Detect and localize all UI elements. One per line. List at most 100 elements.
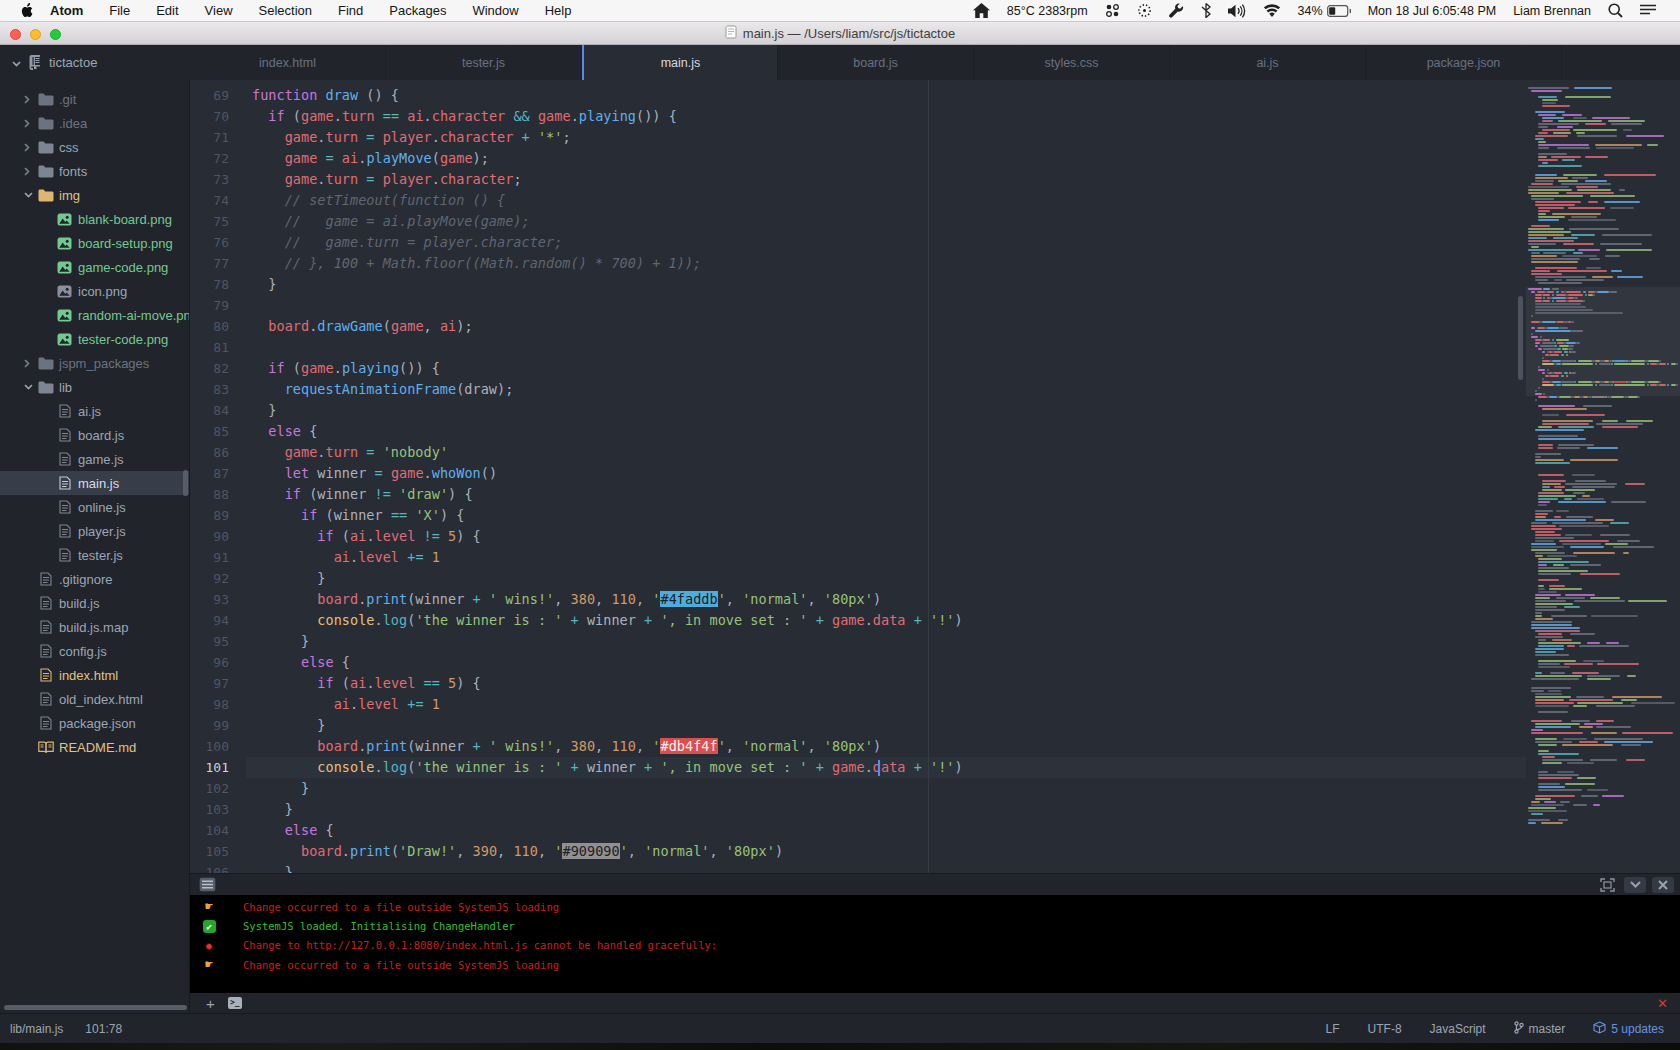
chevron-right-icon[interactable] (24, 95, 37, 104)
dotted-circle-icon[interactable] (1137, 3, 1152, 18)
console-message: ✔SystemJS loaded. Initialising ChangeHan… (190, 916, 1680, 935)
temperature-fan-status: 85°C 2383rpm (1007, 4, 1088, 18)
tree-item-label: main.js (78, 476, 119, 491)
tree-item-tester-code.png[interactable]: tester-code.png (0, 327, 189, 351)
menu-atom[interactable]: Atom (37, 3, 96, 18)
code-editor[interactable]: 6970717273747576777879808182838485868788… (190, 80, 1680, 873)
tree-item-game.js[interactable]: game.js (0, 447, 189, 471)
line-number: 69 (190, 85, 229, 106)
burst-icon: ✹ (201, 938, 217, 953)
tree-item-blank-board.png[interactable]: blank-board.png (0, 207, 189, 231)
menu-window[interactable]: Window (459, 3, 531, 18)
tree-item-board-setup.png[interactable]: board-setup.png (0, 231, 189, 255)
project-root-header[interactable]: tictactoe (0, 45, 190, 80)
collapse-console-icon[interactable] (1624, 877, 1646, 893)
tree-item-label: config.js (59, 644, 107, 659)
tree-item-build.js.map[interactable]: build.js.map (0, 615, 189, 639)
tree-item-online.js[interactable]: online.js (0, 495, 189, 519)
line-number: 81 (190, 337, 229, 358)
line-number: 97 (190, 673, 229, 694)
tree-item-game-code.png[interactable]: game-code.png (0, 255, 189, 279)
code-line-98: ai.level += 1 (252, 694, 440, 715)
istat-home-icon[interactable] (973, 3, 990, 18)
code-line-84: } (252, 400, 277, 421)
status-line-ending[interactable]: LF (1326, 1022, 1340, 1036)
tree-item-random-ai-move.png[interactable]: random-ai-move.png (0, 303, 189, 327)
close-panel-button[interactable]: ✕ (1657, 996, 1668, 1011)
tab-package.json[interactable]: package.json (1366, 45, 1562, 80)
tree-item-README.md[interactable]: README.md (0, 735, 189, 759)
tab-board.js[interactable]: board.js (778, 45, 974, 80)
tree-item-.idea[interactable]: .idea (0, 111, 189, 135)
tree-item-lib[interactable]: lib (0, 375, 189, 399)
status-file-path[interactable]: lib/main.js (10, 1022, 63, 1036)
expand-console-icon[interactable] (1596, 877, 1618, 893)
tab-main.js[interactable]: main.js (582, 45, 778, 80)
image-file-icon (56, 331, 73, 347)
chevron-right-icon[interactable] (24, 359, 37, 368)
tree-item-main.js[interactable]: main.js (0, 471, 189, 495)
minimap[interactable] (1526, 80, 1680, 873)
tree-item-jspm_packages[interactable]: jspm_packages (0, 351, 189, 375)
tab-styles.css[interactable]: styles.css (974, 45, 1170, 80)
chevron-down-icon[interactable] (24, 384, 37, 390)
dots-grid-icon[interactable] (1105, 3, 1120, 18)
tree-item-ai.js[interactable]: ai.js (0, 399, 189, 423)
menu-packages[interactable]: Packages (376, 3, 459, 18)
chevron-right-icon[interactable] (24, 119, 37, 128)
chevron-right-icon[interactable] (24, 143, 37, 152)
status-encoding[interactable]: UTF-8 (1368, 1022, 1402, 1036)
menu-file[interactable]: File (96, 3, 143, 18)
status-git-branch[interactable]: master (1514, 1021, 1566, 1037)
project-name: tictactoe (49, 55, 97, 70)
editor-scrollbar[interactable] (1518, 296, 1523, 380)
status-updates[interactable]: 5 updates (1593, 1021, 1664, 1037)
tree-item-fonts[interactable]: fonts (0, 159, 189, 183)
tab-tester.js[interactable]: tester.js (386, 45, 582, 80)
spotlight-search-icon[interactable] (1608, 3, 1623, 18)
terminal-tab-icon[interactable]: >_ (228, 997, 242, 1009)
chevron-down-icon[interactable] (24, 192, 37, 198)
tab-ai.js[interactable]: ai.js (1170, 45, 1366, 80)
chevron-right-icon[interactable] (24, 167, 37, 176)
tree-item-old_index.html[interactable]: old_index.html (0, 687, 189, 711)
tree-item-board.js[interactable]: board.js (0, 423, 189, 447)
menu-view[interactable]: View (192, 3, 246, 18)
add-terminal-button[interactable]: + (206, 996, 215, 1011)
menu-selection[interactable]: Selection (246, 3, 325, 18)
file-icon (37, 571, 54, 587)
tree-item-tester.js[interactable]: tester.js (0, 543, 189, 567)
tree-item-label: .idea (59, 116, 87, 131)
tree-item-build.js[interactable]: build.js (0, 591, 189, 615)
close-console-icon[interactable] (1652, 877, 1674, 893)
menu-find[interactable]: Find (325, 3, 376, 18)
console-icon[interactable] (199, 877, 216, 892)
desktop-wallpaper-strip (0, 1043, 1680, 1050)
tree-item-img[interactable]: img (0, 183, 189, 207)
tree-item-player.js[interactable]: player.js (0, 519, 189, 543)
notification-center-icon[interactable] (1640, 4, 1656, 17)
tree-item-label: ai.js (78, 404, 101, 419)
tree-item-index.html[interactable]: index.html (0, 663, 189, 687)
tree-item-icon.png[interactable]: icon.png (0, 279, 189, 303)
menu-edit[interactable]: Edit (143, 3, 191, 18)
tree-item-.gitignore[interactable]: .gitignore (0, 567, 189, 591)
wrench-icon[interactable] (1169, 3, 1184, 18)
tree-item-package.json[interactable]: package.json (0, 711, 189, 735)
tree-horizontal-scrollbar[interactable] (4, 1005, 187, 1010)
tree-item-css[interactable]: css (0, 135, 189, 159)
battery-icon[interactable] (1327, 5, 1351, 17)
line-number: 75 (190, 211, 229, 232)
wifi-icon[interactable] (1263, 4, 1281, 17)
bluetooth-icon[interactable] (1201, 3, 1211, 18)
tree-item-.git[interactable]: .git (0, 87, 189, 111)
tree-item-config.js[interactable]: config.js (0, 639, 189, 663)
volume-icon[interactable] (1228, 4, 1246, 18)
tab-index.html[interactable]: index.html (190, 45, 386, 80)
status-cursor-position[interactable]: 101:78 (85, 1022, 122, 1036)
status-language[interactable]: JavaScript (1430, 1022, 1486, 1036)
tree-vertical-scrollbar[interactable] (183, 470, 188, 496)
menu-help[interactable]: Help (532, 3, 585, 18)
apple-menu-icon[interactable] (20, 3, 33, 18)
line-number: 101 (190, 757, 229, 778)
